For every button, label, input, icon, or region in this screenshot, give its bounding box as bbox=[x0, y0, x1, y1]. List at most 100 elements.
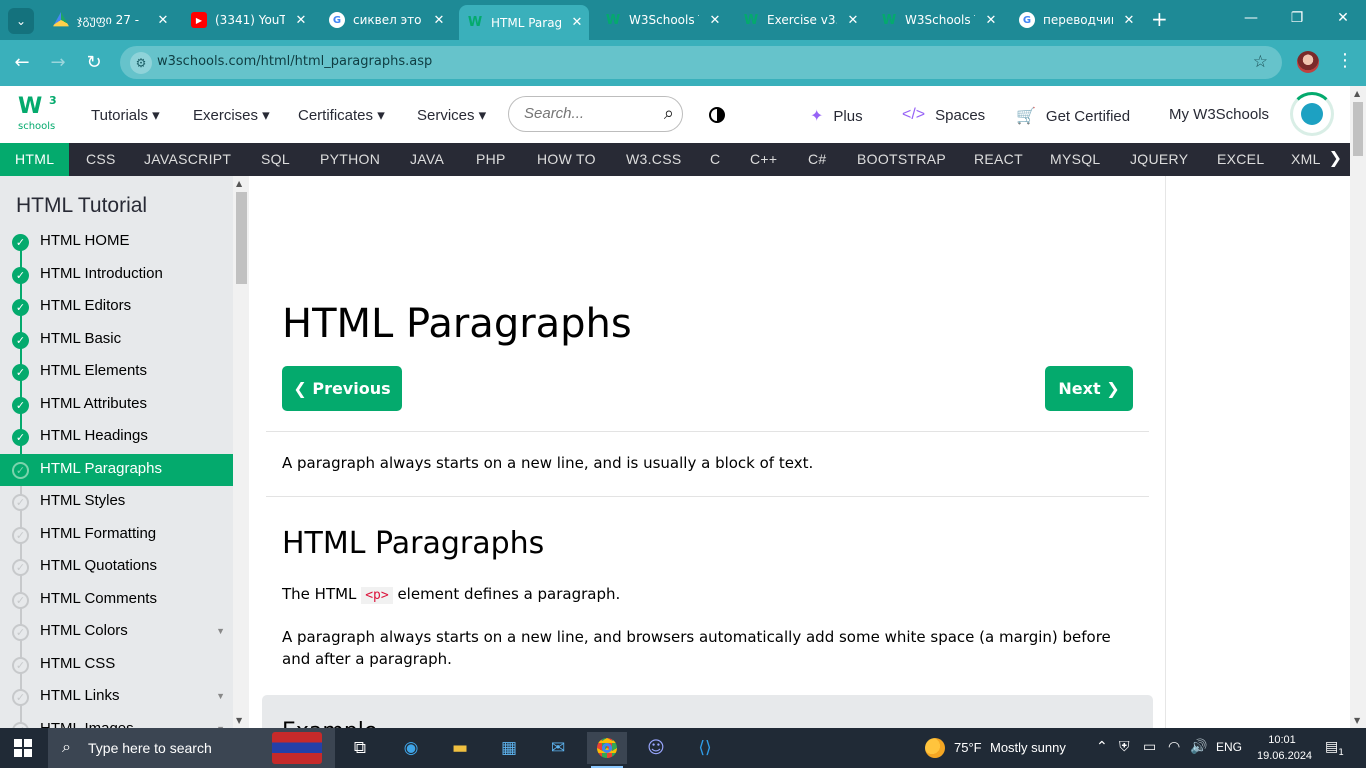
sidebar-item[interactable]: ✓ HTML Paragraphs bbox=[0, 453, 233, 486]
back-icon[interactable]: ← bbox=[11, 52, 33, 74]
battery-icon[interactable]: ▭ bbox=[1143, 739, 1156, 755]
address-bar[interactable]: ⚙ w3schools.com/html/html_paragraphs.asp… bbox=[120, 46, 1282, 79]
page-scroll-thumb[interactable] bbox=[1353, 102, 1363, 156]
browser-tab[interactable]: W Exercise v3.0 ✕ bbox=[735, 6, 865, 34]
sidebar-item[interactable]: ✓ HTML Elements bbox=[0, 356, 233, 388]
tab-close-icon[interactable]: ✕ bbox=[707, 13, 723, 28]
store-icon[interactable]: ▦ bbox=[489, 732, 529, 764]
new-tab-button[interactable]: + bbox=[1151, 9, 1168, 29]
tab-close-icon[interactable]: ✕ bbox=[155, 13, 171, 28]
lang-c[interactable]: C bbox=[710, 151, 720, 167]
nav-my-w3schools[interactable]: My W3Schools bbox=[1169, 106, 1269, 123]
discord-icon[interactable]: ☺ bbox=[636, 732, 676, 764]
browser-tab[interactable]: Gпереводчик ✕ bbox=[1011, 6, 1141, 34]
sidebar-item[interactable]: ✓ HTML Colors ▼ bbox=[0, 616, 233, 648]
sidebar-item[interactable]: ✓ HTML Editors bbox=[0, 291, 233, 323]
tab-close-icon[interactable]: ✕ bbox=[431, 13, 447, 28]
nav-exercises[interactable]: Exercises ▾ bbox=[193, 106, 270, 124]
scroll-down-icon[interactable]: ▼ bbox=[1354, 716, 1360, 725]
chrome-icon[interactable] bbox=[587, 732, 627, 768]
lang-c#[interactable]: C# bbox=[808, 151, 827, 167]
expand-caret-icon[interactable]: ▼ bbox=[216, 691, 225, 701]
lang-react[interactable]: REACT bbox=[974, 151, 1023, 167]
scroll-down-icon[interactable]: ▼ bbox=[236, 716, 242, 725]
expand-caret-icon[interactable]: ▼ bbox=[216, 626, 225, 636]
sidebar-item[interactable]: ✓ HTML Attributes bbox=[0, 389, 233, 421]
browser-tab[interactable]: W HTML Paragr ✕ bbox=[459, 5, 589, 40]
browser-tab[interactable]: Gсиквел это - ✕ bbox=[321, 6, 451, 34]
lang-php[interactable]: PHP bbox=[476, 151, 506, 167]
page-scrollbar[interactable]: ▲ ▼ bbox=[1350, 86, 1366, 728]
nav-spaces[interactable]: </> Spaces bbox=[902, 106, 985, 124]
reload-icon[interactable]: ↻ bbox=[83, 52, 105, 74]
sidebar-item[interactable]: ✓HTML Images▼ bbox=[0, 714, 233, 728]
forward-icon[interactable]: → bbox=[47, 52, 69, 74]
search-icon[interactable]: ⌕ bbox=[664, 103, 674, 124]
sidebar-scroll-thumb[interactable] bbox=[236, 192, 247, 284]
w3schools-logo[interactable]: W 3 schools bbox=[18, 94, 62, 134]
windows-start-icon[interactable] bbox=[14, 739, 32, 757]
tab-close-icon[interactable]: ✕ bbox=[983, 13, 999, 28]
file-explorer-icon[interactable]: ▬ bbox=[440, 732, 480, 764]
bookmark-star-icon[interactable]: ☆ bbox=[1253, 52, 1268, 72]
lang-excel[interactable]: EXCEL bbox=[1217, 151, 1264, 167]
sidebar-scrollbar[interactable]: ▲ ▼ bbox=[233, 176, 249, 728]
lang-xml[interactable]: XML bbox=[1291, 151, 1321, 167]
wifi-icon[interactable]: ◠ bbox=[1168, 739, 1180, 755]
lang-c++[interactable]: C++ bbox=[750, 151, 777, 167]
tab-search-icon[interactable]: ⌄ bbox=[8, 8, 34, 34]
weather-icon[interactable] bbox=[925, 738, 945, 758]
nav-certificates[interactable]: Certificates ▾ bbox=[298, 106, 385, 124]
lang-java[interactable]: JAVA bbox=[410, 151, 444, 167]
sidebar-item[interactable]: ✓ HTML Quotations bbox=[0, 551, 233, 583]
site-info-icon[interactable]: ⚙ bbox=[130, 52, 152, 74]
notifications-icon[interactable]: ▤1 bbox=[1325, 739, 1344, 758]
user-avatar-icon[interactable] bbox=[1290, 92, 1334, 136]
security-icon[interactable]: ⛨ bbox=[1119, 739, 1130, 755]
sidebar-item[interactable]: ✓ HTML CSS bbox=[0, 649, 233, 681]
site-search[interactable]: ⌕ bbox=[508, 96, 683, 132]
tab-close-icon[interactable]: ✕ bbox=[293, 13, 309, 28]
lang-jquery[interactable]: JQUERY bbox=[1130, 151, 1188, 167]
mail-icon[interactable]: ✉ bbox=[538, 732, 578, 764]
nav-tutorials[interactable]: Tutorials ▾ bbox=[91, 106, 160, 124]
input-language[interactable]: ENG bbox=[1216, 740, 1242, 754]
lang-w3-css[interactable]: W3.CSS bbox=[626, 151, 681, 167]
search-highlight-image[interactable] bbox=[272, 732, 322, 764]
taskbar-search[interactable]: ⌕ Type here to search bbox=[48, 728, 335, 768]
sidebar-item[interactable]: ✓ HTML Formatting bbox=[0, 519, 233, 551]
tab-close-icon[interactable]: ✕ bbox=[1121, 13, 1137, 28]
chevron-right-icon[interactable]: ❯ bbox=[1329, 148, 1342, 167]
nav-get-certified[interactable]: 🛒 Get Certified bbox=[1016, 106, 1130, 126]
browser-tab[interactable]: ჯგუფი 27 - ✕ bbox=[45, 6, 175, 34]
lang-bootstrap[interactable]: BOOTSTRAP bbox=[857, 151, 946, 167]
scroll-up-icon[interactable]: ▲ bbox=[236, 179, 242, 188]
browser-tab[interactable]: W W3Schools T ✕ bbox=[597, 6, 727, 34]
weather-text[interactable]: Mostly sunny bbox=[990, 740, 1066, 755]
sidebar-item[interactable]: ✓ HTML Headings bbox=[0, 421, 233, 453]
clock[interactable]: 10:01 19.06.2024 bbox=[1257, 732, 1312, 764]
sidebar-item[interactable]: ✓ HTML HOME bbox=[0, 226, 233, 258]
lang-javascript[interactable]: JAVASCRIPT bbox=[144, 151, 231, 167]
task-view-icon[interactable]: ⧉ bbox=[340, 732, 380, 764]
sidebar-item[interactable]: ✓ HTML Introduction bbox=[0, 259, 233, 291]
next-button[interactable]: Next ❯ bbox=[1045, 366, 1133, 411]
browser-tab[interactable]: W W3Schools T ✕ bbox=[873, 6, 1003, 34]
theme-toggle-icon[interactable] bbox=[709, 107, 725, 123]
search-input[interactable] bbox=[524, 105, 644, 122]
weather-temp[interactable]: 75°F bbox=[954, 740, 982, 755]
previous-button[interactable]: ❮ Previous bbox=[282, 366, 402, 411]
sidebar-item[interactable]: ✓ HTML Comments bbox=[0, 584, 233, 616]
lang-python[interactable]: PYTHON bbox=[320, 151, 380, 167]
browser-tab[interactable]: ▶ (3341) YouTu ✕ bbox=[183, 6, 313, 34]
nav-plus[interactable]: ✦ Plus bbox=[810, 106, 863, 126]
scroll-up-icon[interactable]: ▲ bbox=[1354, 89, 1360, 98]
address-url[interactable]: w3schools.com/html/html_paragraphs.asp bbox=[157, 54, 432, 69]
edge-icon[interactable]: ◉ bbox=[391, 732, 431, 764]
close-window-icon[interactable]: ✕ bbox=[1333, 10, 1353, 26]
lang-how-to[interactable]: HOW TO bbox=[537, 151, 596, 167]
lang-mysql[interactable]: MYSQL bbox=[1050, 151, 1101, 167]
sidebar-item[interactable]: ✓ HTML Styles bbox=[0, 486, 233, 518]
lang-css[interactable]: CSS bbox=[86, 151, 116, 167]
lang-html[interactable]: HTML bbox=[0, 143, 70, 176]
